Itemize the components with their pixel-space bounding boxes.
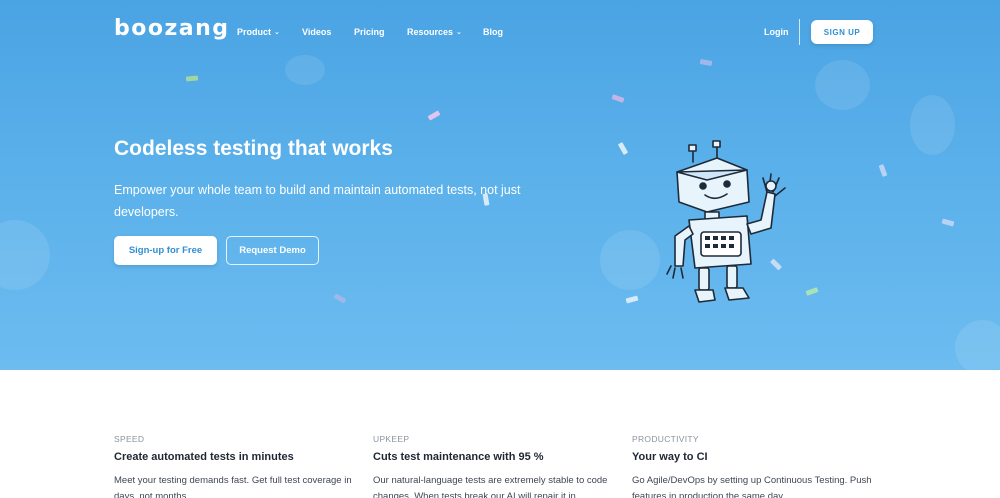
chevron-down-icon: ⌄ [456,28,462,36]
nav-item-videos[interactable]: Videos [302,27,331,37]
confetti-decoration [333,293,347,304]
confetti-decoration [878,164,888,177]
nav-item-label: Product [237,27,272,37]
hero-section: boozang Product ⌄ Videos Pricing Resourc… [0,0,1000,370]
confetti-decoration [617,142,629,155]
feature-body: Go Agile/DevOps by setting up Continuous… [632,475,872,498]
login-link[interactable]: Login [764,27,789,37]
confetti-decoration [625,295,639,304]
confetti-decoration [611,94,625,103]
signup-button[interactable]: SIGN UP [811,20,873,44]
feature-body: Meet your testing demands fast. Get full… [114,475,352,498]
bokeh-decoration [600,230,660,290]
bokeh-decoration [0,220,50,290]
signup-free-button[interactable]: Sign-up for Free [114,236,217,265]
nav-item-label: Pricing [354,27,385,37]
feature-productivity: PRODUCTIVITY Your way to CI Go Agile/Dev… [632,434,877,498]
bokeh-decoration [910,95,955,155]
confetti-decoration [941,218,955,227]
feature-title: Create automated tests in minutes [114,451,294,463]
feature-title: Cuts test maintenance with 95 % [373,451,544,463]
confetti-decoration [805,287,819,296]
bokeh-decoration [285,55,325,85]
feature-speed: SPEED Create automated tests in minutes … [114,434,359,498]
feature-eyebrow: UPKEEP [373,434,410,444]
chevron-down-icon: ⌄ [274,28,280,36]
nav-item-pricing[interactable]: Pricing [354,27,385,37]
nav-item-label: Resources [407,27,454,37]
confetti-decoration [699,58,713,67]
nav-item-label: Videos [302,27,332,37]
hero-headline: Codeless testing that works [114,137,393,160]
feature-body: Our natural-language tests are extremely… [373,475,608,498]
bokeh-decoration [815,60,870,110]
nav-item-product[interactable]: Product ⌄ [237,27,280,37]
request-demo-button[interactable]: Request Demo [226,236,319,265]
confetti-decoration [185,75,199,82]
confetti-decoration [427,110,441,121]
nav-item-label: Blog [483,27,503,37]
hero-subline: Empower your whole team to build and mai… [114,183,521,219]
nav-divider [799,19,800,45]
nav-item-blog[interactable]: Blog [483,27,503,37]
robot-mascot-icon [666,140,786,303]
feature-title: Your way to CI [632,451,708,463]
feature-eyebrow: PRODUCTIVITY [632,434,699,444]
bokeh-decoration [955,320,1000,370]
boozang-logo[interactable]: boozang [114,16,230,41]
nav-item-resources[interactable]: Resources ⌄ [407,27,462,37]
feature-upkeep: UPKEEP Cuts test maintenance with 95 % O… [373,434,618,498]
feature-eyebrow: SPEED [114,434,145,444]
